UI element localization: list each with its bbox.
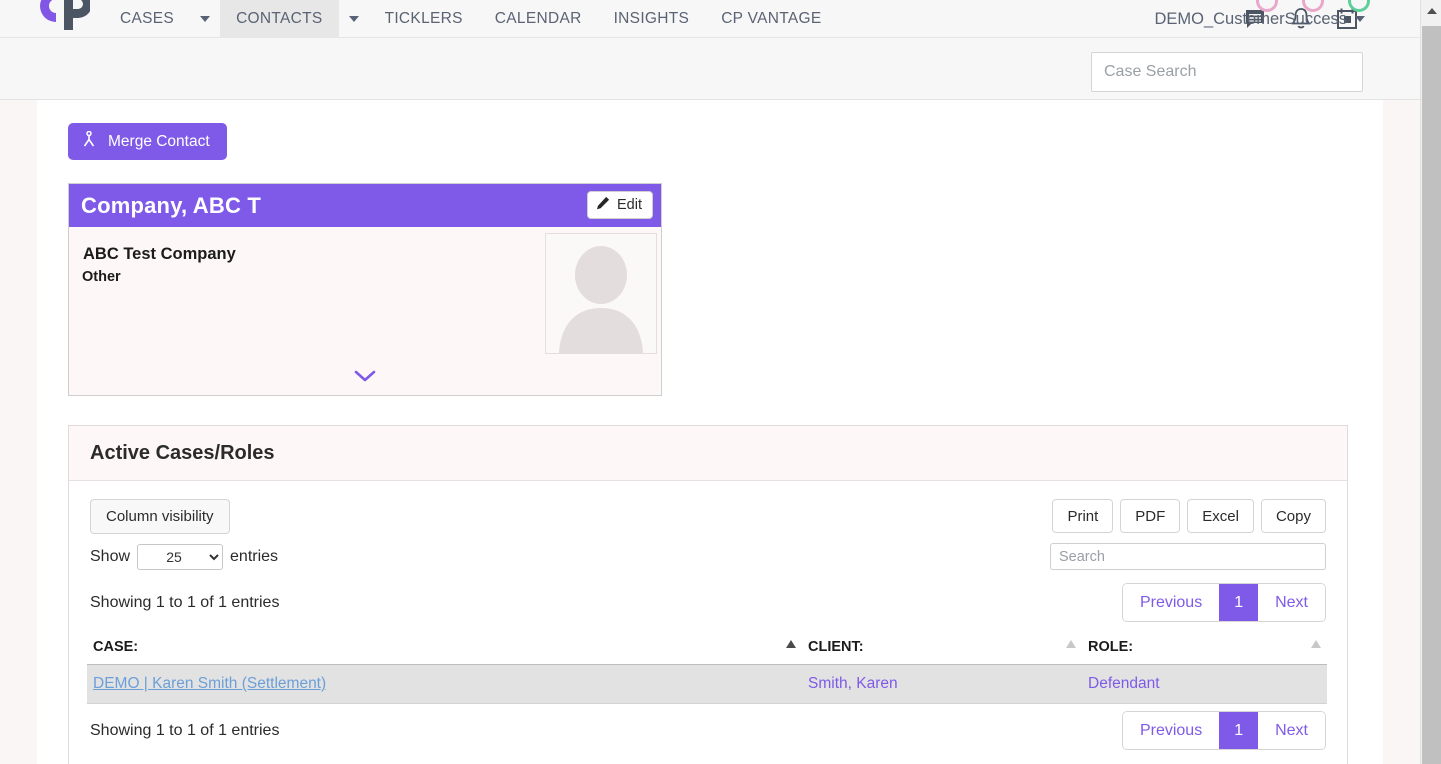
pdf-button[interactable]: PDF xyxy=(1120,499,1181,533)
role-link[interactable]: Defendant xyxy=(1088,675,1160,692)
vertical-scrollbar[interactable] xyxy=(1420,0,1441,764)
pagination-next-top[interactable]: Next xyxy=(1258,584,1325,621)
contact-type: Other xyxy=(82,269,121,285)
case-search-input[interactable] xyxy=(1091,52,1363,92)
pagination-next-bottom[interactable]: Next xyxy=(1258,712,1325,749)
expand-contact-card-button[interactable] xyxy=(69,370,661,388)
entries-label: entries xyxy=(230,548,279,565)
panel-body: Column visibility Show 10 25 50 100 entr… xyxy=(69,481,1347,764)
scrollbar-thumb[interactable] xyxy=(1422,26,1441,764)
column-header-role[interactable]: ROLE: xyxy=(1082,629,1327,665)
print-button[interactable]: Print xyxy=(1052,499,1114,533)
edit-label: Edit xyxy=(617,197,642,213)
triangle-up-icon xyxy=(1426,7,1437,14)
cell-case: DEMO | Karen Smith (Settlement) xyxy=(87,664,802,704)
top-navigation-bar: CASES CONTACTS TICKLERS CALENDAR INSIGHT… xyxy=(0,0,1420,38)
chevron-down-icon xyxy=(354,370,376,388)
table-row[interactable]: DEMO | Karen Smith (Settlement) Smith, K… xyxy=(87,664,1327,704)
nav-caret-contacts[interactable] xyxy=(339,0,369,38)
table-info-top: Showing 1 to 1 of 1 entries xyxy=(90,594,280,611)
page-length-control: Show 10 25 50 100 entries xyxy=(90,544,278,570)
chevron-down-icon xyxy=(348,16,359,22)
pagination-previous-top[interactable]: Previous xyxy=(1122,584,1220,621)
user-menu-label: DEMO_CustomerSuccess xyxy=(1154,9,1347,28)
column-header-case[interactable]: CASE: xyxy=(87,629,802,665)
cp-logo[interactable] xyxy=(14,0,92,32)
panel-title: Active Cases/Roles xyxy=(90,441,275,464)
column-header-case-label: CASE: xyxy=(93,639,139,655)
search-strip xyxy=(0,38,1420,100)
pencil-icon xyxy=(596,196,610,214)
cell-client: Smith, Karen xyxy=(802,664,1082,704)
sort-icon xyxy=(1066,640,1076,648)
pagination-previous-bottom[interactable]: Previous xyxy=(1122,712,1220,749)
edit-contact-button[interactable]: Edit xyxy=(587,191,653,219)
nav-item-cp-vantage[interactable]: CP VANTAGE xyxy=(705,0,837,38)
sort-ascending-icon xyxy=(786,640,796,648)
pagination-page-1-top[interactable]: 1 xyxy=(1219,584,1259,621)
main-content: Merge Contact Company, ABC T Edit ABC Te… xyxy=(37,100,1383,764)
main-nav-list: CASES CONTACTS TICKLERS CALENDAR INSIGHT… xyxy=(104,0,838,38)
table-search-input[interactable] xyxy=(1050,543,1326,570)
table-header-row: CASE: CLIENT: ROLE: xyxy=(87,629,1327,665)
contact-avatar-placeholder xyxy=(545,233,657,354)
page-length-select[interactable]: 10 25 50 100 xyxy=(137,544,224,570)
table-body: DEMO | Karen Smith (Settlement) Smith, K… xyxy=(87,664,1327,704)
merge-contact-button[interactable]: Merge Contact xyxy=(68,123,227,160)
scroll-up-button[interactable] xyxy=(1421,0,1441,21)
pagination-page-1-bottom[interactable]: 1 xyxy=(1219,712,1259,749)
show-label: Show xyxy=(90,548,131,565)
nav-item-calendar[interactable]: CALENDAR xyxy=(479,0,598,38)
merge-branch-icon xyxy=(82,130,96,153)
excel-button[interactable]: Excel xyxy=(1187,499,1254,533)
contact-card-body: ABC Test Company Other xyxy=(69,227,661,396)
client-link[interactable]: Smith, Karen xyxy=(808,675,898,692)
nav-item-contacts[interactable]: CONTACTS xyxy=(220,0,339,38)
column-header-role-label: ROLE: xyxy=(1088,639,1134,655)
contact-card-title: Company, ABC T xyxy=(81,192,262,218)
export-button-group: Print PDF Excel Copy xyxy=(1052,499,1326,533)
nav-item-cases[interactable]: CASES xyxy=(104,0,190,38)
case-link[interactable]: DEMO | Karen Smith (Settlement) xyxy=(93,675,326,692)
chevron-down-icon xyxy=(200,16,211,22)
nav-caret-cases[interactable] xyxy=(190,0,220,38)
column-header-client[interactable]: CLIENT: xyxy=(802,629,1082,665)
pagination-bottom: Previous 1 Next xyxy=(1121,711,1326,750)
column-visibility-button[interactable]: Column visibility xyxy=(90,499,230,534)
nav-item-ticklers[interactable]: TICKLERS xyxy=(369,0,479,38)
merge-contact-label: Merge Contact xyxy=(108,132,210,150)
chevron-down-icon xyxy=(1355,16,1365,22)
pagination-top: Previous 1 Next xyxy=(1121,583,1326,622)
user-menu[interactable]: DEMO_CustomerSuccess xyxy=(1154,0,1365,38)
panel-header: Active Cases/Roles xyxy=(69,426,1347,481)
contact-name: ABC Test Company xyxy=(83,245,236,263)
active-cases-roles-panel: Active Cases/Roles Column visibility Sho… xyxy=(68,425,1348,764)
column-header-client-label: CLIENT: xyxy=(808,639,864,655)
copy-button[interactable]: Copy xyxy=(1260,499,1326,533)
sort-icon xyxy=(1311,640,1321,648)
app-page: CASES CONTACTS TICKLERS CALENDAR INSIGHT… xyxy=(0,0,1441,764)
nav-item-insights[interactable]: INSIGHTS xyxy=(598,0,706,38)
table-head: CASE: CLIENT: ROLE: xyxy=(87,629,1327,665)
cell-role: Defendant xyxy=(1082,664,1327,704)
contact-card: Company, ABC T Edit ABC Test Company Oth… xyxy=(68,183,662,396)
active-cases-table: CASE: CLIENT: ROLE: DEMO | Karen Smith (… xyxy=(87,629,1327,704)
table-info-bottom: Showing 1 to 1 of 1 entries xyxy=(90,722,280,739)
contact-card-header: Company, ABC T Edit xyxy=(69,184,661,227)
